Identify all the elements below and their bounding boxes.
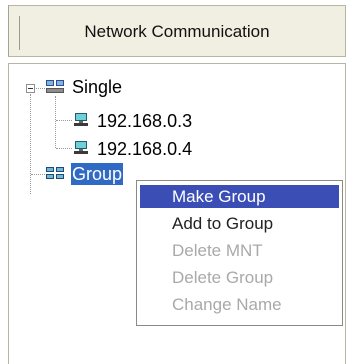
network-group-icon (46, 80, 64, 93)
collapse-toggle[interactable] (26, 84, 35, 93)
group-icon (46, 167, 64, 179)
computer-icon (74, 141, 88, 154)
tree-line (56, 120, 72, 121)
tree-node-host[interactable]: 192.168.0.3 (97, 110, 192, 132)
node-label: 192.168.0.3 (97, 111, 193, 131)
computer-icon (74, 113, 88, 126)
tree-node-single[interactable]: Single (72, 76, 122, 98)
menu-item-add-to-group[interactable]: Add to Group (140, 212, 339, 235)
menu-item-delete-group: Delete Group (172, 268, 274, 287)
menu-item-make-group[interactable]: Make Group (140, 185, 339, 208)
tree-line (36, 88, 45, 89)
node-label: Group (71, 163, 124, 185)
menu-item-change-name: Change Name (172, 295, 282, 314)
context-menu: Make Group Add to Group Delete MNT Delet… (136, 180, 343, 326)
panel-title: Network Communication (84, 22, 270, 41)
tree-line (56, 148, 72, 149)
tree-line (31, 174, 45, 175)
node-label: 192.168.0.4 (97, 139, 193, 159)
tree-line (55, 96, 56, 148)
header-panel: Network Communication (8, 5, 346, 57)
tree-node-group[interactable]: Group (71, 163, 124, 185)
tree-node-host[interactable]: 192.168.0.4 (97, 138, 192, 160)
node-label: Single (72, 77, 123, 97)
menu-item-delete-mnt: Delete MNT (172, 241, 263, 260)
tree-line (30, 94, 31, 194)
